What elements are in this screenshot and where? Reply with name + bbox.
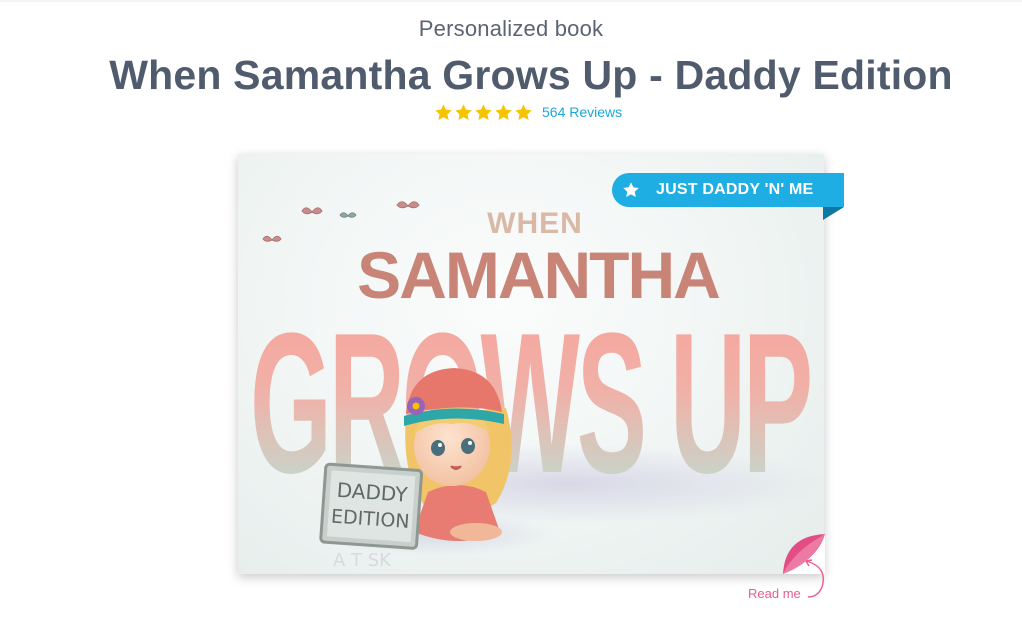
daddy-edition-sign: DADDY EDITION — [319, 462, 423, 550]
read-me-link[interactable]: Read me — [748, 586, 801, 601]
reviews-link[interactable]: 564 Reviews — [542, 104, 622, 120]
star-icon — [455, 103, 472, 120]
product-type-label: Personalized book — [418, 16, 604, 41]
book-cover-image[interactable]: WHEN SAMANTHA GROWS UP DADDY EDITION A T… — [238, 154, 824, 574]
cover-illustration: WHEN SAMANTHA GROWS UP DADDY EDITION A T… — [250, 201, 824, 571]
star-icon — [515, 103, 532, 120]
read-me-arrow-icon — [805, 559, 824, 598]
just-daddy-n-me-badge[interactable]: JUST DADDY 'N' ME — [612, 173, 844, 207]
cover-word-when: WHEN — [487, 207, 583, 240]
page-title: When Samantha Grows Up - Daddy Edition — [109, 52, 953, 98]
floor-letters: A T SK — [333, 550, 392, 571]
top-border — [0, 0, 1022, 2]
rating-row: 564 Reviews — [434, 101, 622, 123]
badge-fold — [823, 207, 844, 220]
star-icon — [623, 182, 639, 198]
star-icon — [435, 103, 452, 120]
star-icon — [475, 103, 492, 120]
star-icon — [495, 103, 512, 120]
sign-line-daddy: DADDY — [336, 478, 409, 507]
rating-stars — [434, 103, 534, 122]
badge-label: JUST DADDY 'N' ME — [656, 181, 814, 198]
butterfly-icon — [262, 201, 420, 242]
